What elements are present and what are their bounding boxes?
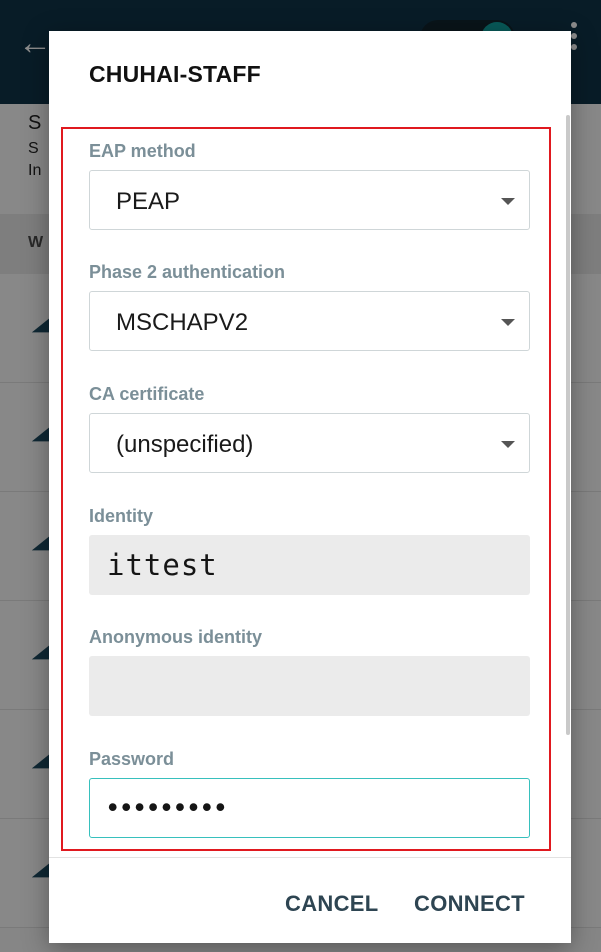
identity-input[interactable]: ittest [89, 535, 530, 595]
identity-value: ittest [107, 548, 218, 582]
anonymous-identity-label: Anonymous identity [89, 627, 263, 647]
ca-certificate-value: (unspecified) [116, 431, 254, 458]
connect-button[interactable]: CONNECT [414, 891, 525, 917]
wifi-config-dialog: CHUHAI-STAFF EAP method PEAP Phase 2 aut… [49, 31, 571, 943]
phase2-auth-value: MSCHAPV2 [116, 309, 249, 336]
password-label: Password [89, 749, 175, 769]
cancel-button[interactable]: CANCEL [285, 891, 378, 917]
dialog-scrollbar[interactable] [566, 115, 570, 735]
anonymous-identity-input[interactable] [89, 656, 530, 716]
phase2-auth-dropdown[interactable]: MSCHAPV2 [89, 291, 530, 351]
ca-certificate-dropdown[interactable]: (unspecified) [89, 413, 530, 473]
identity-label: Identity [89, 506, 154, 526]
password-value: ••••••••• [108, 792, 230, 822]
eap-method-dropdown[interactable]: PEAP [89, 170, 530, 230]
dialog-title: CHUHAI-STAFF [89, 61, 261, 87]
chevron-down-icon [501, 198, 515, 205]
chevron-down-icon [501, 441, 515, 448]
dialog-divider [49, 857, 571, 858]
eap-method-value: PEAP [116, 188, 181, 215]
eap-method-label: EAP method [89, 141, 196, 161]
highlight-box [61, 127, 551, 851]
ca-certificate-label: CA certificate [89, 384, 205, 404]
screen: ← S S In W CHUHAI-STAFF EAP method PEAP … [0, 0, 601, 952]
password-input[interactable]: ••••••••• [89, 778, 530, 838]
phase2-auth-label: Phase 2 authentication [89, 262, 286, 282]
chevron-down-icon [501, 319, 515, 326]
